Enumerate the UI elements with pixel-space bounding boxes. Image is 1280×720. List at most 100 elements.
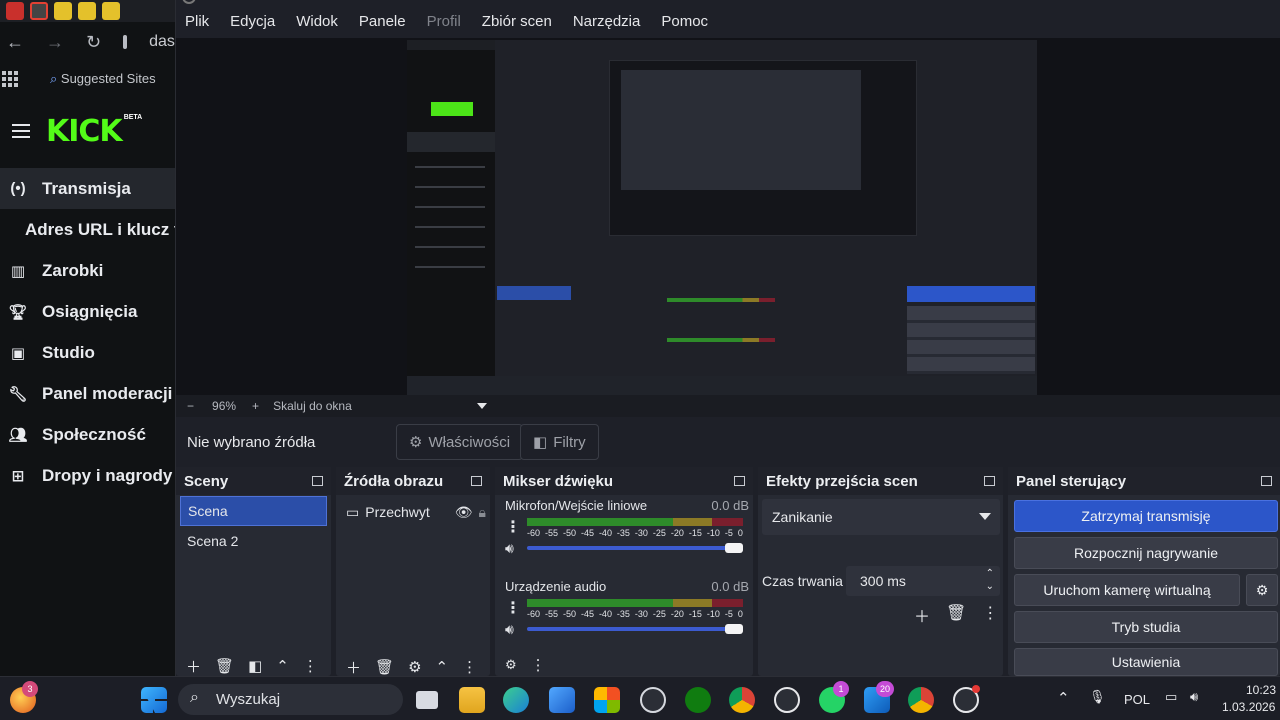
filter-icon[interactable]: ◧ xyxy=(248,657,262,675)
edge-icon[interactable] xyxy=(503,687,529,713)
gear-icon[interactable]: ⚙ xyxy=(505,657,517,673)
chrome-icon[interactable] xyxy=(729,687,755,713)
scene-item[interactable]: Scena 2 xyxy=(180,526,327,556)
gear-icon[interactable]: ⚙ xyxy=(408,658,421,676)
zoom-out-button[interactable]: − xyxy=(187,399,194,413)
speaker-icon[interactable]: 🔊︎ xyxy=(505,621,514,638)
more-icon[interactable]: ⋮ xyxy=(531,656,546,674)
volume-slider-knob[interactable] xyxy=(725,543,743,553)
taskbar-search[interactable]: ⌕ Wyszukaj xyxy=(178,684,403,715)
store-icon[interactable] xyxy=(594,687,620,713)
more-icon[interactable]: ⋮ xyxy=(505,520,521,536)
menu-panele[interactable]: Panele xyxy=(359,13,406,30)
preview-canvas[interactable] xyxy=(407,40,1037,396)
add-icon[interactable]: ＋ xyxy=(186,656,201,677)
chrome-profile-icon[interactable] xyxy=(908,687,934,713)
volume-slider-knob[interactable] xyxy=(725,624,743,634)
tab-favicon-3[interactable] xyxy=(78,2,96,20)
more-icon[interactable]: ⋮ xyxy=(303,657,318,675)
more-icon[interactable]: ⋮ xyxy=(505,601,521,617)
kick-logo[interactable]: KICK BETA xyxy=(46,114,142,149)
menu-pomoc[interactable]: Pomoc xyxy=(661,13,708,30)
menu-edycja[interactable]: Edycja xyxy=(230,13,275,30)
tab-favicon-gmail[interactable] xyxy=(30,2,48,20)
file-explorer-icon[interactable] xyxy=(459,687,485,713)
trash-icon[interactable]: 🗑︎ xyxy=(375,658,394,676)
tray-chevron-up-icon[interactable]: ⌃ xyxy=(1057,689,1070,707)
menu-profil[interactable]: Profil xyxy=(427,13,461,30)
more-icon[interactable]: ⋮ xyxy=(982,603,998,627)
stop-streaming-button[interactable]: Zatrzymaj transmisję xyxy=(1014,500,1278,532)
sidebar-item-spolecznosc[interactable]: 👥︎ Społeczność xyxy=(0,414,175,455)
menu-zbior-scen[interactable]: Zbiór scen xyxy=(482,13,552,30)
undock-icon[interactable] xyxy=(471,476,482,486)
preview-area[interactable] xyxy=(176,38,1280,396)
more-icon[interactable]: ⋮ xyxy=(462,658,477,676)
network-icon[interactable]: ▭ xyxy=(1165,689,1177,705)
add-icon[interactable]: ＋ xyxy=(346,657,361,678)
sidebar-item-osiagniecia[interactable]: 🏆︎ Osiągnięcia xyxy=(0,291,175,332)
back-icon[interactable]: ← xyxy=(6,32,24,53)
volume-slider[interactable] xyxy=(527,543,743,553)
trash-icon[interactable]: 🗑︎ xyxy=(946,603,966,627)
filters-button[interactable]: ◧ Filtry xyxy=(520,424,599,460)
hamburger-menu-icon[interactable] xyxy=(12,124,30,138)
scene-item[interactable]: Scena xyxy=(180,496,327,526)
add-icon[interactable]: ＋ xyxy=(914,603,930,627)
chevron-down-icon[interactable]: ⌄ xyxy=(986,581,994,592)
transition-select[interactable]: Zanikanie xyxy=(762,499,1000,535)
sidebar-item-panel-moderacji[interactable]: 🔧︎ Panel moderacji xyxy=(0,373,175,414)
sidebar-item-transmisja[interactable]: (•) Transmisja xyxy=(0,168,175,209)
menu-widok[interactable]: Widok xyxy=(296,13,338,30)
undock-icon[interactable] xyxy=(734,476,745,486)
source-item[interactable]: ▭ Przechwyt 👁︎ 🔒︎ xyxy=(340,497,486,527)
chevron-up-icon[interactable]: ⌃ xyxy=(986,568,994,579)
start-virtual-camera-button[interactable]: Uruchom kamerę wirtualną xyxy=(1014,574,1240,606)
controls-dock: Panel sterujący Zatrzymaj transmisję Roz… xyxy=(1008,467,1280,676)
forward-icon[interactable]: → xyxy=(46,32,64,53)
virtual-camera-settings-button[interactable]: ⚙ xyxy=(1246,574,1278,606)
zoom-in-button[interactable]: + xyxy=(252,399,259,413)
undock-icon[interactable] xyxy=(984,476,995,486)
volume-slider[interactable] xyxy=(527,624,743,634)
reload-icon[interactable]: ↻ xyxy=(86,32,101,53)
undock-icon[interactable] xyxy=(312,476,323,486)
zoom-fit-select[interactable]: Skaluj do okna xyxy=(273,399,488,413)
microphone-icon[interactable]: 🎙︎ xyxy=(1089,689,1106,705)
tab-favicon-1[interactable] xyxy=(6,2,24,20)
lock-icon[interactable]: 🔒︎ xyxy=(479,504,486,521)
chevron-up-icon[interactable]: ⌃ xyxy=(276,657,289,675)
duration-spinbox[interactable]: 300 ms ⌃ ⌄ xyxy=(846,566,1000,596)
outlook-icon[interactable] xyxy=(549,687,575,713)
address-bar[interactable]: dash xyxy=(149,33,175,51)
sidebar-item-zarobki[interactable]: ▥ Zarobki xyxy=(0,250,175,291)
studio-mode-button[interactable]: Tryb studia xyxy=(1014,611,1278,643)
clock-date[interactable]: 1.03.2026 xyxy=(1222,700,1275,714)
site-info-icon[interactable] xyxy=(123,35,128,49)
xbox-icon[interactable] xyxy=(685,687,711,713)
start-recording-button[interactable]: Rozpocznij nagrywanie xyxy=(1014,537,1278,569)
undock-icon[interactable] xyxy=(1261,476,1272,486)
tab-favicon-2[interactable] xyxy=(54,2,72,20)
task-view-icon[interactable] xyxy=(416,691,438,709)
start-windows-icon[interactable] xyxy=(141,687,167,713)
sidebar-item-dropy[interactable]: ⊞ Dropy i nagrody xyxy=(0,455,175,496)
bookmark-suggested-sites[interactable]: ⌕ Suggested Sites xyxy=(50,71,156,87)
menu-narzedzia[interactable]: Narzędzia xyxy=(573,13,641,30)
steam-icon[interactable] xyxy=(640,687,666,713)
properties-button[interactable]: ⚙ Właściwości xyxy=(396,424,524,460)
trash-icon[interactable]: 🗑︎ xyxy=(215,657,234,675)
eye-icon[interactable]: 👁︎ xyxy=(455,504,473,521)
menu-plik[interactable]: Plik xyxy=(185,13,209,30)
clock-time[interactable]: 10:23 xyxy=(1246,683,1276,697)
settings-button[interactable]: Ustawienia xyxy=(1014,648,1278,676)
language-indicator[interactable]: POL xyxy=(1124,692,1150,707)
chevron-up-icon[interactable]: ⌃ xyxy=(436,658,449,676)
sidebar-item-url-key[interactable]: Adres URL i klucz tr xyxy=(0,209,175,250)
volume-icon[interactable]: 🔊︎ xyxy=(1190,689,1198,705)
sidebar-item-studio[interactable]: ▣ Studio xyxy=(0,332,175,373)
tab-favicon-4[interactable] xyxy=(102,2,120,20)
chatgpt-icon[interactable] xyxy=(774,687,800,713)
apps-grid-icon[interactable] xyxy=(2,71,18,87)
speaker-icon[interactable]: 🔊︎ xyxy=(505,540,514,557)
